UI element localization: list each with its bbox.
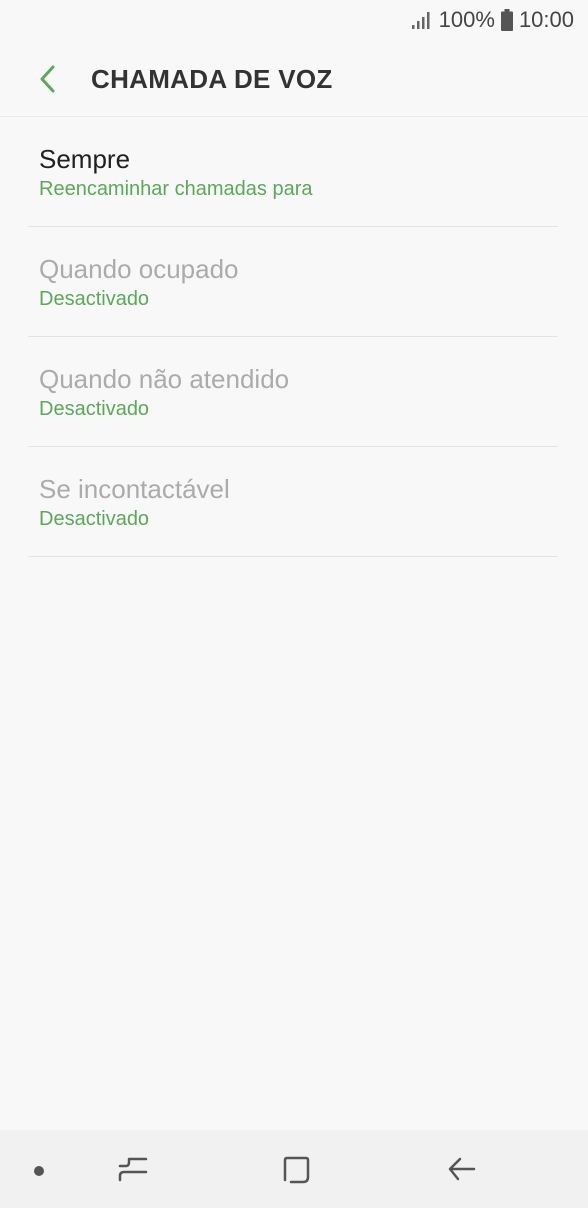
option-subtitle: Desactivado [39, 508, 150, 530]
option-subtitle: Desactivado [39, 398, 150, 420]
dot-icon[interactable] [34, 1166, 44, 1176]
chevron-left-icon [40, 65, 55, 93]
option-title: Se incontactável [39, 474, 230, 504]
option-title: Quando não atendido [39, 364, 290, 394]
battery-icon [500, 9, 513, 31]
signal-icon [411, 10, 433, 30]
option-title: Quando ocupado [39, 254, 239, 284]
option-subtitle: Desactivado [39, 288, 150, 310]
page-title: CHAMADA DE VOZ [91, 63, 333, 94]
option-subtitle: Reencaminhar chamadas para [39, 178, 313, 200]
app-bar: CHAMADA DE VOZ [0, 40, 588, 118]
home-icon[interactable] [280, 1154, 312, 1186]
option-always[interactable]: Sempre Reencaminhar chamadas para [28, 117, 558, 227]
status-bar: 100% 10:00 [0, 0, 588, 40]
option-when-busy[interactable]: Quando ocupado Desactivado [28, 227, 558, 337]
battery-percent: 100% [438, 7, 495, 32]
option-when-unanswered[interactable]: Quando não atendido Desactivado [28, 337, 558, 447]
recent-apps-icon[interactable] [116, 1154, 150, 1184]
screen: 100% 10:00 CHAMADA DE VOZ Sempre Reencam… [0, 0, 588, 1208]
forwarding-options-list: Sempre Reencaminhar chamadas para Quando… [28, 117, 558, 557]
back-arrow-icon[interactable] [444, 1154, 478, 1186]
navigation-bar [0, 1130, 588, 1208]
option-when-unreachable[interactable]: Se incontactável Desactivado [28, 447, 558, 557]
back-button[interactable] [18, 49, 78, 109]
option-title: Sempre [39, 144, 131, 174]
clock: 10:00 [518, 7, 574, 32]
